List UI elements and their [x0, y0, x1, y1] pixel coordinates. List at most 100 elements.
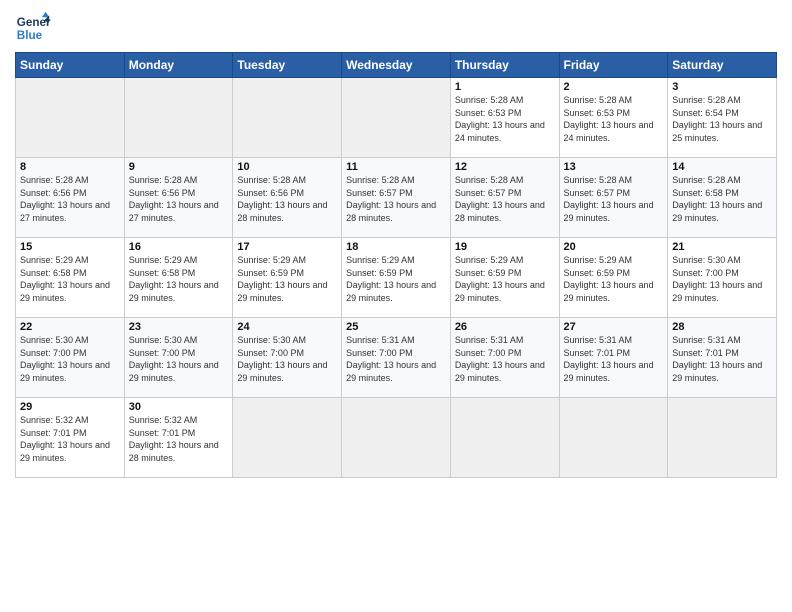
- calendar-table: SundayMondayTuesdayWednesdayThursdayFrid…: [15, 52, 777, 478]
- weekday-header: Sunday: [16, 53, 125, 78]
- calendar-cell: [342, 398, 451, 478]
- weekday-header-row: SundayMondayTuesdayWednesdayThursdayFrid…: [16, 53, 777, 78]
- day-number: 8: [20, 161, 120, 173]
- calendar-cell: 9Sunrise: 5:28 AMSunset: 6:56 PMDaylight…: [124, 158, 233, 238]
- weekday-header: Monday: [124, 53, 233, 78]
- calendar-row: 15Sunrise: 5:29 AMSunset: 6:58 PMDayligh…: [16, 238, 777, 318]
- day-info: Sunrise: 5:30 AMSunset: 7:00 PMDaylight:…: [20, 334, 120, 384]
- day-info: Sunrise: 5:28 AMSunset: 6:57 PMDaylight:…: [455, 174, 555, 224]
- weekday-header: Saturday: [668, 53, 777, 78]
- calendar-cell: [124, 78, 233, 158]
- calendar-cell: 22Sunrise: 5:30 AMSunset: 7:00 PMDayligh…: [16, 318, 125, 398]
- calendar-cell: 21Sunrise: 5:30 AMSunset: 7:00 PMDayligh…: [668, 238, 777, 318]
- day-number: 1: [455, 81, 555, 93]
- day-number: 9: [129, 161, 229, 173]
- logo-icon: General Blue: [15, 10, 51, 46]
- day-number: 21: [672, 241, 772, 253]
- weekday-header: Tuesday: [233, 53, 342, 78]
- weekday-header: Thursday: [450, 53, 559, 78]
- day-info: Sunrise: 5:28 AMSunset: 6:57 PMDaylight:…: [346, 174, 446, 224]
- calendar-cell: 10Sunrise: 5:28 AMSunset: 6:56 PMDayligh…: [233, 158, 342, 238]
- calendar-cell: 12Sunrise: 5:28 AMSunset: 6:57 PMDayligh…: [450, 158, 559, 238]
- calendar-container: General Blue SundayMondayTuesdayWednesda…: [0, 0, 792, 612]
- day-info: Sunrise: 5:28 AMSunset: 6:54 PMDaylight:…: [672, 94, 772, 144]
- day-number: 10: [237, 161, 337, 173]
- calendar-cell: [233, 398, 342, 478]
- calendar-cell: [342, 78, 451, 158]
- day-info: Sunrise: 5:28 AMSunset: 6:56 PMDaylight:…: [129, 174, 229, 224]
- calendar-cell: 20Sunrise: 5:29 AMSunset: 6:59 PMDayligh…: [559, 238, 668, 318]
- day-info: Sunrise: 5:29 AMSunset: 6:58 PMDaylight:…: [129, 254, 229, 304]
- calendar-cell: [233, 78, 342, 158]
- day-info: Sunrise: 5:29 AMSunset: 6:58 PMDaylight:…: [20, 254, 120, 304]
- calendar-cell: 11Sunrise: 5:28 AMSunset: 6:57 PMDayligh…: [342, 158, 451, 238]
- calendar-cell: 25Sunrise: 5:31 AMSunset: 7:00 PMDayligh…: [342, 318, 451, 398]
- calendar-cell: 27Sunrise: 5:31 AMSunset: 7:01 PMDayligh…: [559, 318, 668, 398]
- day-number: 29: [20, 401, 120, 413]
- calendar-cell: 15Sunrise: 5:29 AMSunset: 6:58 PMDayligh…: [16, 238, 125, 318]
- day-info: Sunrise: 5:28 AMSunset: 6:53 PMDaylight:…: [564, 94, 664, 144]
- day-info: Sunrise: 5:29 AMSunset: 6:59 PMDaylight:…: [455, 254, 555, 304]
- calendar-cell: 28Sunrise: 5:31 AMSunset: 7:01 PMDayligh…: [668, 318, 777, 398]
- calendar-cell: 14Sunrise: 5:28 AMSunset: 6:58 PMDayligh…: [668, 158, 777, 238]
- calendar-row: 1Sunrise: 5:28 AMSunset: 6:53 PMDaylight…: [16, 78, 777, 158]
- day-number: 3: [672, 81, 772, 93]
- day-number: 13: [564, 161, 664, 173]
- calendar-cell: 29Sunrise: 5:32 AMSunset: 7:01 PMDayligh…: [16, 398, 125, 478]
- day-number: 25: [346, 321, 446, 333]
- day-number: 20: [564, 241, 664, 253]
- day-info: Sunrise: 5:29 AMSunset: 6:59 PMDaylight:…: [237, 254, 337, 304]
- day-number: 12: [455, 161, 555, 173]
- calendar-cell: 16Sunrise: 5:29 AMSunset: 6:58 PMDayligh…: [124, 238, 233, 318]
- day-number: 24: [237, 321, 337, 333]
- calendar-cell: 26Sunrise: 5:31 AMSunset: 7:00 PMDayligh…: [450, 318, 559, 398]
- calendar-cell: 13Sunrise: 5:28 AMSunset: 6:57 PMDayligh…: [559, 158, 668, 238]
- day-info: Sunrise: 5:28 AMSunset: 6:56 PMDaylight:…: [237, 174, 337, 224]
- day-number: 27: [564, 321, 664, 333]
- day-info: Sunrise: 5:28 AMSunset: 6:56 PMDaylight:…: [20, 174, 120, 224]
- day-number: 18: [346, 241, 446, 253]
- calendar-row: 22Sunrise: 5:30 AMSunset: 7:00 PMDayligh…: [16, 318, 777, 398]
- day-number: 26: [455, 321, 555, 333]
- calendar-cell: 23Sunrise: 5:30 AMSunset: 7:00 PMDayligh…: [124, 318, 233, 398]
- day-number: 28: [672, 321, 772, 333]
- day-number: 17: [237, 241, 337, 253]
- day-number: 16: [129, 241, 229, 253]
- calendar-cell: 18Sunrise: 5:29 AMSunset: 6:59 PMDayligh…: [342, 238, 451, 318]
- day-info: Sunrise: 5:28 AMSunset: 6:53 PMDaylight:…: [455, 94, 555, 144]
- header: General Blue: [15, 10, 777, 46]
- day-number: 2: [564, 81, 664, 93]
- day-info: Sunrise: 5:28 AMSunset: 6:57 PMDaylight:…: [564, 174, 664, 224]
- weekday-header: Wednesday: [342, 53, 451, 78]
- day-number: 30: [129, 401, 229, 413]
- day-info: Sunrise: 5:30 AMSunset: 7:00 PMDaylight:…: [672, 254, 772, 304]
- calendar-row: 29Sunrise: 5:32 AMSunset: 7:01 PMDayligh…: [16, 398, 777, 478]
- day-number: 14: [672, 161, 772, 173]
- day-number: 23: [129, 321, 229, 333]
- calendar-cell: 19Sunrise: 5:29 AMSunset: 6:59 PMDayligh…: [450, 238, 559, 318]
- calendar-cell: 1Sunrise: 5:28 AMSunset: 6:53 PMDaylight…: [450, 78, 559, 158]
- day-info: Sunrise: 5:28 AMSunset: 6:58 PMDaylight:…: [672, 174, 772, 224]
- calendar-cell: 17Sunrise: 5:29 AMSunset: 6:59 PMDayligh…: [233, 238, 342, 318]
- calendar-cell: 24Sunrise: 5:30 AMSunset: 7:00 PMDayligh…: [233, 318, 342, 398]
- calendar-cell: 30Sunrise: 5:32 AMSunset: 7:01 PMDayligh…: [124, 398, 233, 478]
- svg-text:Blue: Blue: [17, 29, 43, 42]
- weekday-header: Friday: [559, 53, 668, 78]
- day-info: Sunrise: 5:31 AMSunset: 7:00 PMDaylight:…: [455, 334, 555, 384]
- day-number: 11: [346, 161, 446, 173]
- calendar-cell: [450, 398, 559, 478]
- day-info: Sunrise: 5:32 AMSunset: 7:01 PMDaylight:…: [20, 414, 120, 464]
- calendar-row: 8Sunrise: 5:28 AMSunset: 6:56 PMDaylight…: [16, 158, 777, 238]
- day-number: 15: [20, 241, 120, 253]
- calendar-cell: [668, 398, 777, 478]
- day-info: Sunrise: 5:31 AMSunset: 7:00 PMDaylight:…: [346, 334, 446, 384]
- day-info: Sunrise: 5:30 AMSunset: 7:00 PMDaylight:…: [129, 334, 229, 384]
- day-info: Sunrise: 5:30 AMSunset: 7:00 PMDaylight:…: [237, 334, 337, 384]
- day-info: Sunrise: 5:31 AMSunset: 7:01 PMDaylight:…: [564, 334, 664, 384]
- day-number: 22: [20, 321, 120, 333]
- calendar-cell: 2Sunrise: 5:28 AMSunset: 6:53 PMDaylight…: [559, 78, 668, 158]
- day-info: Sunrise: 5:31 AMSunset: 7:01 PMDaylight:…: [672, 334, 772, 384]
- day-info: Sunrise: 5:32 AMSunset: 7:01 PMDaylight:…: [129, 414, 229, 464]
- calendar-cell: 3Sunrise: 5:28 AMSunset: 6:54 PMDaylight…: [668, 78, 777, 158]
- calendar-cell: [16, 78, 125, 158]
